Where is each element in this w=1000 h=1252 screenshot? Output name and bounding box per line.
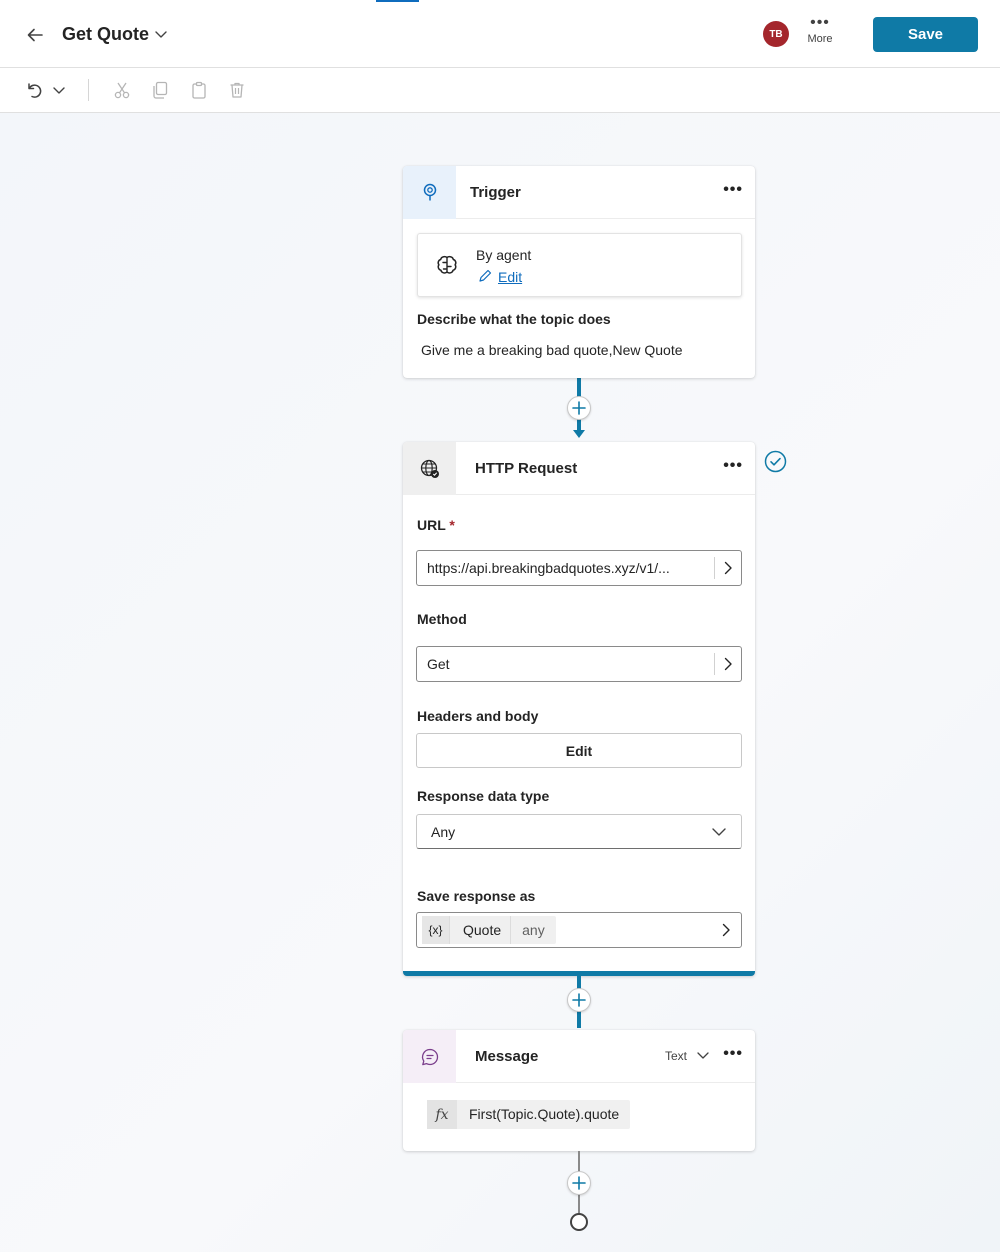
- delete-icon[interactable]: [226, 79, 248, 101]
- trigger-agent-card: By agent Edit: [417, 233, 742, 297]
- url-label: URL *: [417, 517, 455, 533]
- http-title: HTTP Request: [475, 460, 578, 477]
- http-icon-box: [403, 442, 456, 495]
- trigger-by-label: By agent: [476, 247, 532, 263]
- chevron-down-icon[interactable]: [48, 79, 70, 101]
- variable-type: any: [522, 922, 545, 938]
- node-menu-icon[interactable]: •••: [723, 181, 743, 199]
- variable-icon: {x}: [422, 916, 450, 944]
- lightbulb-icon: [423, 183, 436, 200]
- chat-bubble-icon: [421, 1048, 438, 1065]
- method-field[interactable]: Get: [416, 646, 742, 682]
- formula-chip[interactable]: fx First(Topic.Quote).quote: [427, 1100, 631, 1129]
- chevron-down-icon: [712, 828, 726, 836]
- undo-icon[interactable]: [23, 79, 45, 101]
- header-bar: Get Quote TB ••• More Save: [0, 0, 1000, 68]
- trigger-edit-link[interactable]: Edit: [498, 269, 522, 285]
- toolbar-divider: [88, 79, 89, 101]
- url-value: https://api.breakingbadquotes.xyz/v1/...: [427, 560, 670, 576]
- url-field[interactable]: https://api.breakingbadquotes.xyz/v1/...: [416, 550, 742, 586]
- http-node-header: HTTP Request •••: [403, 442, 755, 495]
- plus-icon: [572, 993, 586, 1007]
- chevron-right-icon: [724, 561, 732, 575]
- pencil-icon: [479, 269, 492, 282]
- toolbar: [0, 68, 1000, 113]
- method-value: Get: [427, 656, 450, 672]
- url-label-text: URL: [417, 517, 446, 533]
- message-node[interactable]: Message Text ••• fx First(Topic.Quote).q…: [403, 1030, 755, 1151]
- formula-text: First(Topic.Quote).quote: [469, 1106, 620, 1122]
- add-node-button[interactable]: [567, 1171, 591, 1195]
- add-node-button[interactable]: [567, 988, 591, 1012]
- message-node-header: Message Text •••: [403, 1030, 755, 1083]
- headers-label: Headers and body: [417, 708, 539, 724]
- more-label: More: [807, 33, 833, 45]
- plus-icon: [572, 1176, 586, 1190]
- chevron-down-icon[interactable]: [153, 26, 169, 42]
- fx-icon: fx: [427, 1100, 457, 1129]
- avatar[interactable]: TB: [763, 21, 789, 47]
- chevron-right-icon[interactable]: [721, 923, 731, 937]
- message-type-dropdown[interactable]: Text: [665, 1049, 687, 1063]
- arrow-down-icon: [573, 430, 585, 438]
- node-menu-icon[interactable]: •••: [723, 457, 743, 475]
- copy-icon[interactable]: [149, 79, 171, 101]
- globe-icon: [420, 459, 439, 478]
- more-icon: •••: [810, 14, 830, 31]
- response-type-value: Any: [431, 824, 456, 840]
- required-marker: *: [449, 517, 455, 533]
- variable-chip[interactable]: {x} Quote any: [422, 916, 556, 944]
- save-as-label: Save response as: [417, 888, 536, 904]
- headers-edit-button[interactable]: Edit: [416, 733, 742, 768]
- more-button[interactable]: ••• More: [798, 14, 842, 56]
- trigger-node[interactable]: Trigger ••• By agent Edit Describe what …: [403, 166, 755, 378]
- cut-icon[interactable]: [111, 79, 133, 101]
- message-type-label: Text: [665, 1049, 688, 1063]
- chevron-right-icon: [724, 657, 732, 671]
- page-title[interactable]: Get Quote: [62, 24, 149, 45]
- message-title: Message: [475, 1048, 539, 1065]
- save-as-field[interactable]: {x} Quote any: [416, 912, 742, 948]
- paste-icon[interactable]: [188, 79, 210, 101]
- describe-label: Describe what the topic does: [417, 311, 611, 327]
- response-type-dropdown[interactable]: Any: [416, 814, 742, 849]
- checkmark-circle-icon: [764, 450, 787, 473]
- trigger-title: Trigger: [470, 184, 521, 201]
- arrow-left-icon: [27, 28, 43, 42]
- url-expand-button[interactable]: [714, 557, 741, 579]
- add-node-button[interactable]: [567, 396, 591, 420]
- node-menu-icon[interactable]: •••: [723, 1045, 743, 1063]
- back-button[interactable]: [22, 22, 48, 48]
- tab-indicator: [376, 0, 419, 2]
- end-node-circle: [570, 1213, 588, 1231]
- save-button[interactable]: Save: [873, 17, 978, 52]
- response-type-label: Response data type: [417, 788, 550, 804]
- trigger-node-header: Trigger •••: [403, 166, 755, 219]
- http-request-node[interactable]: HTTP Request ••• URL * https://api.break…: [403, 442, 755, 976]
- method-expand-button[interactable]: [714, 653, 741, 675]
- variable-name: Quote: [450, 916, 512, 944]
- trigger-icon-box: [403, 166, 456, 219]
- agent-brain-icon: [437, 255, 457, 274]
- chevron-down-icon[interactable]: [696, 1050, 710, 1062]
- describe-value[interactable]: Give me a breaking bad quote,New Quote: [421, 342, 683, 358]
- method-label: Method: [417, 611, 467, 627]
- message-icon-box: [403, 1030, 456, 1083]
- plus-icon: [572, 401, 586, 415]
